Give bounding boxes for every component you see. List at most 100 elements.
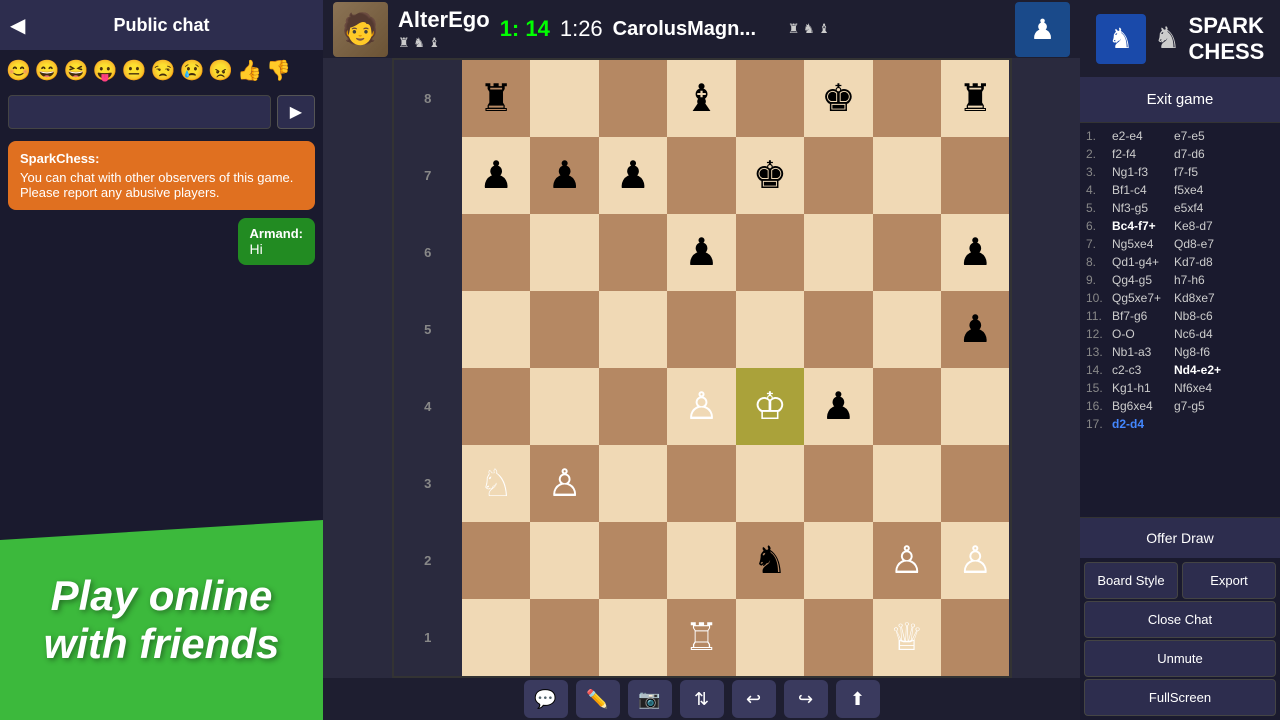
- cell-a6[interactable]: [462, 214, 530, 291]
- emoji-thumbsdown[interactable]: 👎: [266, 58, 291, 83]
- piece-h6[interactable]: ♟: [958, 234, 992, 272]
- cell-e2[interactable]: ♞: [736, 522, 804, 599]
- emoji-angry[interactable]: 😠: [208, 58, 233, 83]
- cell-g4[interactable]: [873, 368, 941, 445]
- emoji-grin[interactable]: 😄: [35, 58, 60, 83]
- toolbar-flag-button[interactable]: ⬆: [836, 680, 880, 718]
- toolbar-back-button[interactable]: ↩: [732, 680, 776, 718]
- toolbar-draw-button[interactable]: ✏️: [576, 680, 620, 718]
- cell-g7[interactable]: [873, 137, 941, 214]
- cell-f6[interactable]: [804, 214, 872, 291]
- cell-b2[interactable]: [530, 522, 598, 599]
- emoji-cry[interactable]: 😢: [179, 58, 204, 83]
- cell-a4[interactable]: [462, 368, 530, 445]
- cell-d1[interactable]: ♖: [667, 599, 735, 676]
- cell-f5[interactable]: [804, 291, 872, 368]
- cell-e1[interactable]: [736, 599, 804, 676]
- cell-c5[interactable]: [599, 291, 667, 368]
- cell-f3[interactable]: [804, 445, 872, 522]
- cell-d8[interactable]: ♝: [667, 60, 735, 137]
- toolbar-flip-button[interactable]: ⇅: [680, 680, 724, 718]
- piece-e7[interactable]: ♚: [753, 157, 787, 195]
- cell-h5[interactable]: ♟: [941, 291, 1009, 368]
- piece-g1[interactable]: ♕: [890, 619, 924, 657]
- piece-f4[interactable]: ♟: [821, 388, 855, 426]
- cell-b8[interactable]: [530, 60, 598, 137]
- cell-f8[interactable]: ♚: [804, 60, 872, 137]
- cell-a8[interactable]: ♜: [462, 60, 530, 137]
- cell-d7[interactable]: [667, 137, 735, 214]
- export-button[interactable]: Export: [1182, 562, 1276, 599]
- emoji-laugh[interactable]: 😆: [64, 58, 89, 83]
- cell-h3[interactable]: [941, 445, 1009, 522]
- piece-b7[interactable]: ♟: [548, 157, 582, 195]
- piece-a7[interactable]: ♟: [479, 157, 513, 195]
- cell-c1[interactable]: [599, 599, 667, 676]
- toolbar-chat-button[interactable]: 💬: [524, 680, 568, 718]
- emoji-thumbsup[interactable]: 👍: [237, 58, 262, 83]
- cell-f2[interactable]: [804, 522, 872, 599]
- piece-e2[interactable]: ♞: [753, 542, 787, 580]
- close-chat-button[interactable]: Close Chat: [1084, 601, 1276, 638]
- piece-b3[interactable]: ♙: [548, 465, 582, 503]
- cell-b3[interactable]: ♙: [530, 445, 598, 522]
- cell-d2[interactable]: [667, 522, 735, 599]
- offer-draw-button[interactable]: Offer Draw: [1080, 517, 1280, 558]
- cell-g1[interactable]: ♕: [873, 599, 941, 676]
- cell-e3[interactable]: [736, 445, 804, 522]
- cell-d4[interactable]: ♙: [667, 368, 735, 445]
- cell-h2[interactable]: ♙: [941, 522, 1009, 599]
- piece-d8[interactable]: ♝: [684, 80, 718, 118]
- cell-c3[interactable]: [599, 445, 667, 522]
- piece-d6[interactable]: ♟: [684, 234, 718, 272]
- emoji-tongue[interactable]: 😛: [93, 58, 118, 83]
- cell-b1[interactable]: [530, 599, 598, 676]
- cell-g8[interactable]: [873, 60, 941, 137]
- cell-g2[interactable]: ♙: [873, 522, 941, 599]
- cell-b6[interactable]: [530, 214, 598, 291]
- cell-h6[interactable]: ♟: [941, 214, 1009, 291]
- cell-b7[interactable]: ♟: [530, 137, 598, 214]
- cell-c2[interactable]: [599, 522, 667, 599]
- cell-h7[interactable]: [941, 137, 1009, 214]
- cell-g3[interactable]: [873, 445, 941, 522]
- cell-c4[interactable]: [599, 368, 667, 445]
- unmute-button[interactable]: Unmute: [1084, 640, 1276, 677]
- cell-e5[interactable]: [736, 291, 804, 368]
- toolbar-camera-button[interactable]: 📷: [628, 680, 672, 718]
- cell-b5[interactable]: [530, 291, 598, 368]
- cell-a5[interactable]: [462, 291, 530, 368]
- piece-d4-white[interactable]: ♙: [684, 388, 718, 426]
- cell-d5[interactable]: [667, 291, 735, 368]
- emoji-neutral[interactable]: 😐: [122, 58, 147, 83]
- exit-game-button[interactable]: Exit game: [1080, 77, 1280, 123]
- cell-h4[interactable]: [941, 368, 1009, 445]
- board-style-button[interactable]: Board Style: [1084, 562, 1178, 599]
- cell-a2[interactable]: [462, 522, 530, 599]
- piece-e4[interactable]: ♔: [753, 388, 787, 426]
- cell-a1[interactable]: [462, 599, 530, 676]
- cell-a3[interactable]: ♘: [462, 445, 530, 522]
- cell-e4[interactable]: ♔: [736, 368, 804, 445]
- cell-f1[interactable]: [804, 599, 872, 676]
- cell-e8[interactable]: [736, 60, 804, 137]
- piece-a8[interactable]: ♜: [479, 80, 513, 118]
- cell-a7[interactable]: ♟: [462, 137, 530, 214]
- toolbar-forward-button[interactable]: ↪: [784, 680, 828, 718]
- cell-f7[interactable]: [804, 137, 872, 214]
- cell-g6[interactable]: [873, 214, 941, 291]
- piece-g2[interactable]: ♙: [890, 542, 924, 580]
- piece-d1[interactable]: ♖: [684, 619, 718, 657]
- cell-h1[interactable]: [941, 599, 1009, 676]
- fullscreen-button[interactable]: FullScreen: [1084, 679, 1276, 716]
- piece-h5[interactable]: ♟: [958, 311, 992, 349]
- cell-h8[interactable]: ♜: [941, 60, 1009, 137]
- cell-b4[interactable]: [530, 368, 598, 445]
- piece-c7[interactable]: ♟: [616, 157, 650, 195]
- cell-g5[interactable]: [873, 291, 941, 368]
- cell-f4[interactable]: ♟: [804, 368, 872, 445]
- cell-e7[interactable]: ♚: [736, 137, 804, 214]
- cell-c7[interactable]: ♟: [599, 137, 667, 214]
- cell-c6[interactable]: [599, 214, 667, 291]
- piece-h2[interactable]: ♙: [958, 542, 992, 580]
